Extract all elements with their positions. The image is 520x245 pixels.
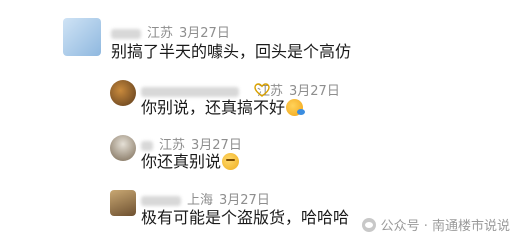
comment-text-content: 你别说，还真搞不好 xyxy=(141,98,286,117)
comment-text: 你别说，还真搞不好 xyxy=(141,98,306,118)
username-blurred[interactable] xyxy=(111,28,141,39)
avatar[interactable] xyxy=(63,18,101,56)
comment-text: 极有可能是个盗版货，哈哈哈 xyxy=(141,208,350,227)
date-label: 3月27日 xyxy=(219,193,270,208)
comment-text: 别搞了半天的噱头，回头是个高仿 xyxy=(111,42,352,61)
date-label: 3月27日 xyxy=(289,84,340,99)
watermark: 公众号 · 南通楼市说说 xyxy=(361,215,510,234)
date-label: 3月27日 xyxy=(191,138,242,153)
grinning-face-emoji xyxy=(286,99,306,116)
region-label: 江苏 xyxy=(147,26,174,41)
heart-outline-icon[interactable] xyxy=(254,83,270,97)
comment-text-content: 你还真别说 xyxy=(141,152,222,171)
comment-meta: 上海 3月27日 xyxy=(141,189,270,208)
avatar[interactable] xyxy=(110,135,136,161)
thinking-face-emoji xyxy=(222,153,240,170)
date-label: 3月27日 xyxy=(179,26,230,41)
region-label: 江苏 xyxy=(159,138,186,153)
comment-text: 你还真别说 xyxy=(141,152,240,172)
username-blurred[interactable] xyxy=(141,86,239,97)
username-blurred[interactable] xyxy=(141,140,153,151)
avatar[interactable] xyxy=(110,190,136,216)
comment-meta: 江苏 3月27日 xyxy=(141,80,340,99)
username-blurred[interactable] xyxy=(141,195,181,206)
comment-meta: 江苏 3月27日 xyxy=(111,22,230,41)
watermark-text: 公众号 · 南通楼市说说 xyxy=(380,219,510,234)
wechat-icon xyxy=(361,218,376,232)
avatar[interactable] xyxy=(110,80,136,106)
comment-meta: 江苏 3月27日 xyxy=(141,134,242,153)
region-label: 上海 xyxy=(187,193,214,208)
